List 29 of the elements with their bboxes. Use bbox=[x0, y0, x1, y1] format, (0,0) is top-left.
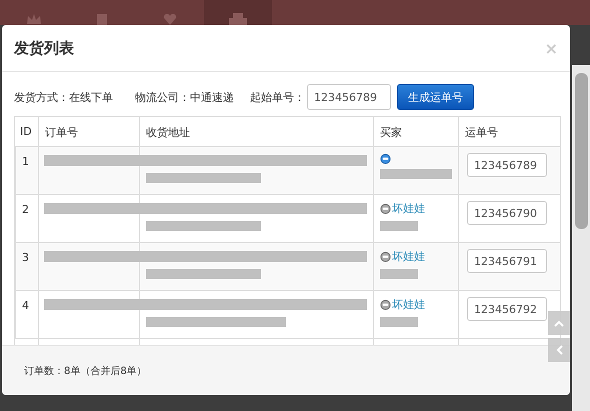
column-header: ID bbox=[19, 124, 33, 140]
printer-icon[interactable] bbox=[228, 13, 248, 25]
waybill-input[interactable]: 123456789 bbox=[467, 153, 547, 177]
redacted-bar bbox=[380, 169, 452, 179]
start-number-label: 起始单号： bbox=[250, 90, 305, 104]
document-icon[interactable] bbox=[95, 13, 109, 25]
scrollbar-thumb[interactable] bbox=[575, 73, 588, 229]
waybill-input[interactable]: 123456792 bbox=[467, 297, 547, 321]
ship-method-label: 发货方式：在线下单 bbox=[14, 90, 113, 104]
crown-icon[interactable] bbox=[25, 13, 43, 25]
back-button[interactable] bbox=[548, 338, 570, 362]
start-number-input[interactable]: 123456789 bbox=[307, 84, 391, 110]
scroll-up-button[interactable] bbox=[548, 311, 570, 335]
redacted-bar bbox=[380, 317, 418, 327]
redacted-bar bbox=[380, 221, 418, 231]
generate-button[interactable]: 生成运单号 bbox=[397, 84, 474, 110]
redacted-bar bbox=[380, 269, 418, 279]
heart-icon[interactable] bbox=[163, 13, 177, 25]
buyer-link[interactable]: 坏娃娃 bbox=[392, 201, 425, 216]
logistics-label: 物流公司：中通速递 bbox=[135, 90, 234, 104]
order-count-text: 订单数：8单（合并后8单） bbox=[24, 364, 147, 378]
buyer-link[interactable]: 坏娃娃 bbox=[392, 249, 425, 264]
modal-title: 发货列表 bbox=[14, 38, 74, 58]
chevron-left-icon bbox=[556, 345, 562, 355]
waybill-input[interactable]: 123456791 bbox=[467, 249, 547, 273]
waybill-input[interactable]: 123456790 bbox=[467, 201, 547, 225]
buyer-link[interactable]: 坏娃娃 bbox=[392, 297, 425, 312]
id-cell: 4 bbox=[15, 291, 38, 338]
chevron-up-icon bbox=[554, 320, 564, 326]
